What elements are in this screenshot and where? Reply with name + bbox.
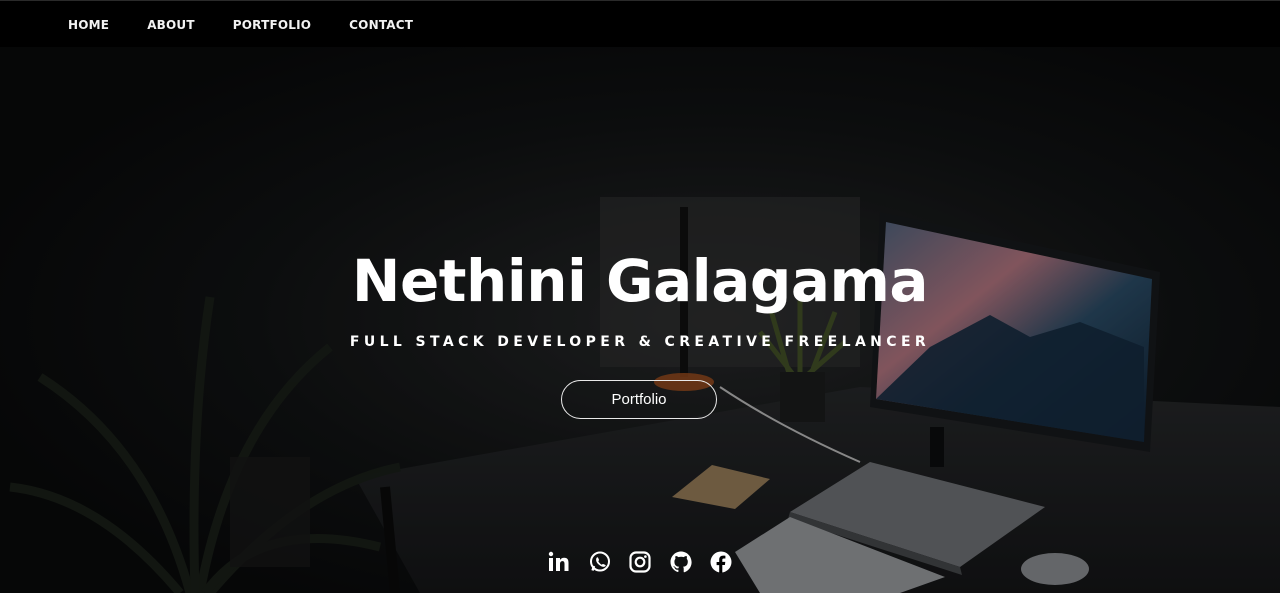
hero-background-image (0, 47, 1280, 593)
whatsapp-icon[interactable] (588, 550, 612, 574)
github-icon[interactable] (669, 550, 693, 574)
social-links (547, 550, 733, 574)
facebook-icon[interactable] (709, 550, 733, 574)
hero-title: Nethini Galagama (351, 247, 929, 315)
nav-item-portfolio[interactable]: PORTFOLIO (233, 18, 311, 32)
portfolio-button[interactable]: Portfolio (561, 380, 717, 419)
page: HOME ABOUT PORTFOLIO CONTACT Nethini Gal… (0, 0, 1280, 593)
hero-subtitle: FULL STACK DEVELOPER & CREATIVE FREELANC… (349, 334, 931, 350)
nav-item-home[interactable]: HOME (68, 18, 109, 32)
hero-section: Nethini Galagama FULL STACK DEVELOPER & … (0, 47, 1280, 593)
instagram-icon[interactable] (628, 550, 652, 574)
linkedin-icon[interactable] (547, 550, 571, 574)
top-navbar: HOME ABOUT PORTFOLIO CONTACT (0, 0, 1280, 47)
nav-item-contact[interactable]: CONTACT (349, 18, 413, 32)
nav-menu: HOME ABOUT PORTFOLIO CONTACT (68, 1, 451, 48)
nav-item-about[interactable]: ABOUT (147, 18, 195, 32)
